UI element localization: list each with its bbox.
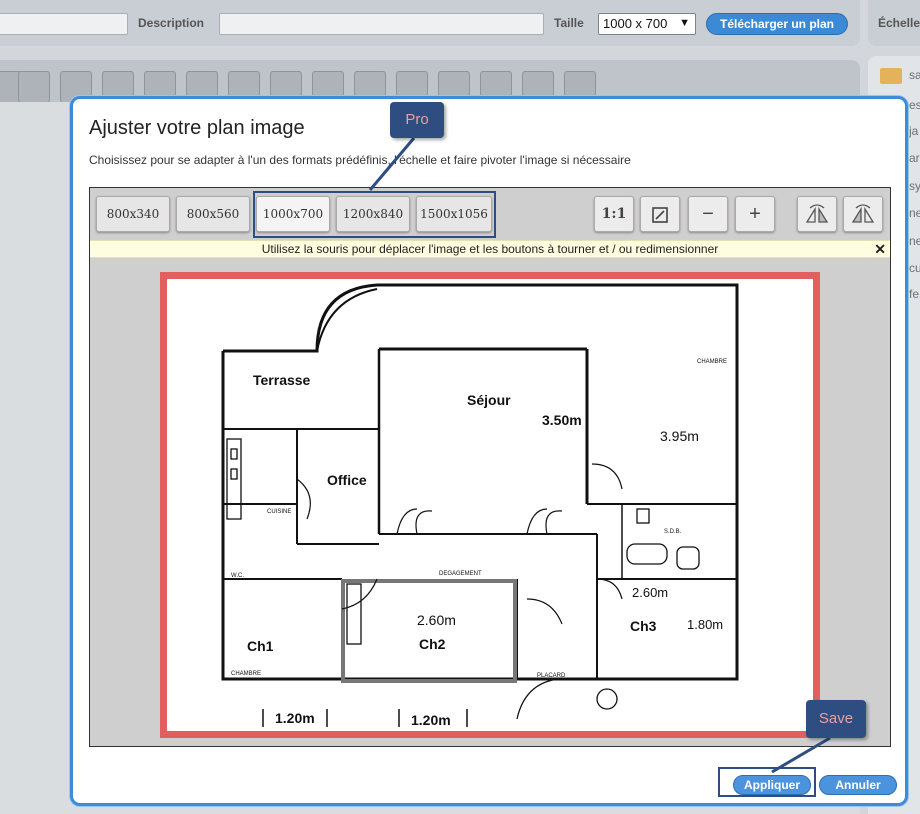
format-800x340-button[interactable]: 800x340 — [96, 196, 170, 232]
label-chambre-bottom: CHAMBRE — [231, 671, 261, 677]
formats-highlight — [253, 191, 496, 238]
room-office: Office — [327, 472, 367, 488]
dim-ch3-b: 1.80m — [687, 617, 723, 632]
name-input[interactable] — [0, 13, 128, 35]
room-terrasse: Terrasse — [253, 372, 311, 388]
floor-plan-drawing: Terrasse Séjour 3.50m 3.95m Office 2.60m… — [221, 283, 739, 728]
side-list-item[interactable]: fe — [909, 287, 919, 301]
side-list-item[interactable]: sy — [909, 179, 920, 193]
side-list-item[interactable]: sa — [909, 68, 920, 82]
scale-label: Échelle — [878, 16, 920, 30]
room-ch1: Ch1 — [247, 638, 274, 654]
side-list-item[interactable]: ne — [909, 234, 920, 248]
plan-image[interactable]: Terrasse Séjour 3.50m 3.95m Office 2.60m… — [160, 272, 820, 738]
description-label: Description — [138, 16, 205, 30]
side-list-item[interactable]: ne — [909, 206, 920, 220]
label-wc: W.C. — [231, 573, 244, 579]
room-sejour: Séjour — [467, 392, 511, 408]
close-icon[interactable]: ✕ — [874, 241, 886, 257]
size-select-value: 1000 x 700 — [603, 16, 668, 31]
chevron-down-icon: ▼ — [679, 17, 690, 29]
format-800x560-button[interactable]: 800x560 — [176, 196, 250, 232]
info-text: Utilisez la souris pour déplacer l'image… — [261, 242, 719, 256]
zoom-out-icon[interactable]: − — [688, 196, 728, 232]
size-label: Taille — [554, 16, 584, 30]
scale-panel: Échelle — [868, 0, 920, 46]
side-list-item[interactable]: ar — [909, 151, 920, 165]
room-ch3: Ch3 — [630, 618, 657, 634]
info-bar: Utilisez la souris pour déplacer l'image… — [90, 240, 890, 258]
side-list-item[interactable]: es — [909, 98, 920, 112]
rotate-left-icon[interactable] — [797, 196, 837, 232]
label-sdb: S.D.B. — [664, 529, 682, 535]
room-ch2: Ch2 — [419, 636, 446, 652]
save-callout: Save — [806, 700, 866, 738]
dim-ch2: 2.60m — [417, 612, 456, 628]
label-chambre-top: CHAMBRE — [697, 359, 727, 365]
label-cuisine: CUISINE — [267, 509, 291, 515]
dialog-subtitle: Choisissez pour se adapter à l'un des fo… — [89, 153, 631, 167]
dim-ch3-a: 2.60m — [632, 585, 668, 600]
dialog-title: Ajuster votre plan image — [89, 117, 305, 139]
pro-callout: Pro — [390, 102, 444, 138]
dim-sejour: 3.50m — [542, 412, 582, 428]
label-degagement: DEGAGEMENT — [439, 571, 482, 577]
apply-highlight — [718, 767, 816, 797]
side-list-item[interactable]: ja — [909, 124, 918, 138]
folder-icon — [880, 68, 902, 84]
one-to-one-button[interactable]: 1:1 — [594, 196, 634, 232]
size-select[interactable]: 1000 x 700 ▼ — [598, 13, 696, 35]
label-placard: PLACARD — [537, 673, 566, 679]
image-editor: 800x340 800x560 1000x700 1200x840 1500x1… — [89, 187, 891, 747]
fit-icon[interactable] — [640, 196, 680, 232]
cancel-button[interactable]: Annuler — [819, 775, 897, 795]
rotate-right-icon[interactable] — [843, 196, 883, 232]
upload-plan-button[interactable]: Télécharger un plan — [706, 13, 848, 35]
top-bar: Description Taille 1000 x 700 ▼ Téléchar… — [0, 0, 860, 46]
zoom-in-icon[interactable]: + — [735, 196, 775, 232]
dim-bottom-mid: 1.20m — [411, 712, 451, 728]
comment-tool-icon[interactable] — [18, 71, 50, 103]
dim-chambre: 3.95m — [660, 428, 699, 444]
description-input[interactable] — [219, 13, 544, 35]
dim-bottom-left: 1.20m — [275, 710, 315, 726]
side-list-item[interactable]: cu — [909, 261, 920, 275]
